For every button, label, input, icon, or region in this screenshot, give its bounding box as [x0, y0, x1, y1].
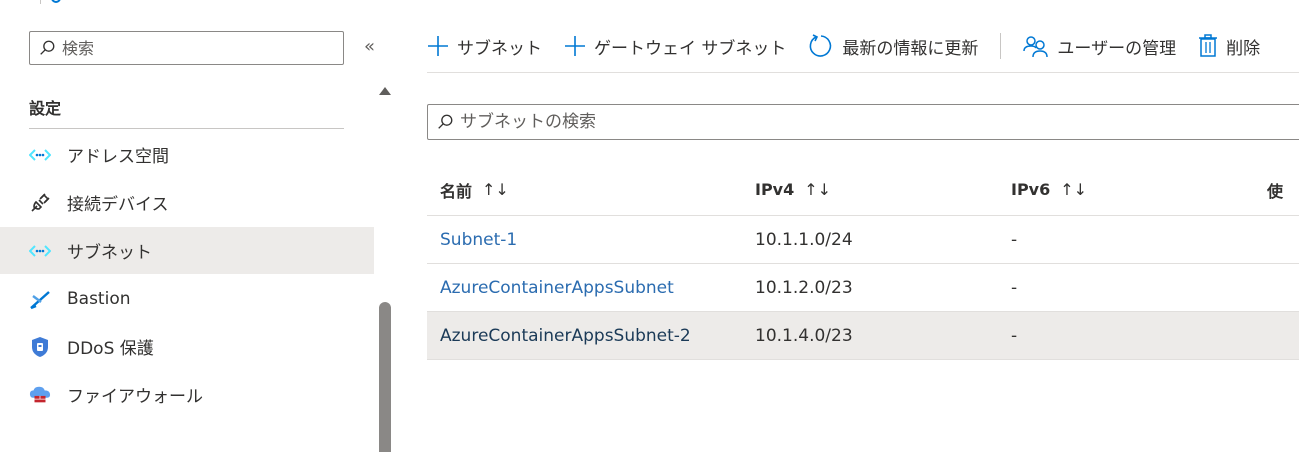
table-row[interactable]: Subnet-1 10.1.1.0/24 - [427, 216, 1299, 264]
section-divider [29, 128, 344, 129]
refresh-label: 最新の情報に更新 [842, 38, 979, 59]
column-header-ipv4[interactable]: IPv4 ↑↓ [755, 180, 1011, 199]
address-space-icon [29, 144, 51, 166]
column-header-usage[interactable]: 使 [1267, 178, 1299, 202]
nav-search-input[interactable] [62, 38, 322, 58]
scroll-up-arrow-icon[interactable] [379, 87, 391, 95]
users-icon [1023, 36, 1049, 58]
column-label: 名前 [440, 181, 473, 201]
add-subnet-label: サブネット [457, 38, 542, 59]
ipv6-cell: - [1011, 229, 1018, 250]
add-gateway-subnet-button[interactable]: ゲートウェイ サブネット [564, 34, 786, 59]
nav-item-connected-devices[interactable]: 接続デバイス [0, 179, 374, 226]
add-subnet-button[interactable]: サブネット [427, 34, 542, 59]
refresh-button[interactable]: 最新の情報に更新 [808, 33, 978, 59]
refresh-icon [810, 34, 832, 57]
ipv6-cell: - [1011, 277, 1018, 298]
nav-item-label: アドレス空間 [67, 147, 169, 167]
column-label: IPv4 [755, 180, 795, 199]
table-header: 名前 ↑↓ IPv4 ↑↓ IPv6 ↑↓ 使 [427, 164, 1299, 216]
scrollbar-thumb[interactable] [379, 302, 391, 452]
column-label: IPv6 [1011, 180, 1051, 199]
sort-icon[interactable]: ↑↓ [1060, 180, 1087, 199]
plug-icon [29, 192, 51, 214]
toolbar-divider [1000, 33, 1002, 59]
column-header-name[interactable]: 名前 ↑↓ [427, 178, 755, 202]
bastion-icon [29, 288, 51, 310]
nav-item-label: サブネット [67, 243, 152, 263]
table-row[interactable]: AzureContainerAppsSubnet-2 10.1.4.0/23 - [427, 312, 1299, 360]
sort-icon[interactable]: ↑↓ [804, 180, 831, 199]
delete-button[interactable]: 削除 [1198, 34, 1260, 59]
nav-item-label: Bastion [67, 288, 131, 309]
toolbar-divider-line [427, 72, 1299, 73]
firewall-icon [29, 384, 51, 406]
manage-users-button[interactable]: ユーザーの管理 [1023, 34, 1176, 59]
plus-icon [565, 36, 585, 56]
trash-icon [1199, 34, 1218, 57]
subnet-icon [29, 240, 51, 262]
command-bar: サブネット ゲートウェイ サブネット 最新の情報に更新 ユーザーの管理 削除 [427, 20, 1299, 72]
add-gateway-subnet-label: ゲートウェイ サブネット [594, 38, 787, 59]
table-row[interactable]: AzureContainerAppsSubnet 10.1.2.0/23 - [427, 264, 1299, 312]
subnet-name-link[interactable]: AzureContainerAppsSubnet-2 [427, 326, 755, 346]
section-title-settings: 設定 [29, 99, 62, 118]
nav-item-label: 接続デバイス [67, 195, 169, 215]
shield-icon [29, 336, 51, 358]
column-label: 使 [1267, 181, 1284, 201]
subnet-search-input[interactable] [460, 112, 1260, 132]
collapse-nav-button[interactable]: « [364, 36, 375, 57]
nav-item-ddos[interactable]: DDoS 保護 [0, 323, 374, 370]
nav-search-box[interactable] [29, 31, 344, 65]
left-navigation: « 設定 アドレス空間 接続デバイス サブネット Bastion DDoS 保護 [0, 0, 395, 452]
ipv4-cell: 10.1.4.0/23 [755, 325, 853, 346]
subnet-name-link[interactable]: AzureContainerAppsSubnet [427, 278, 755, 298]
nav-scrollbar[interactable] [378, 85, 392, 452]
subnet-table: 名前 ↑↓ IPv4 ↑↓ IPv6 ↑↓ 使 Subnet-1 10.1.1.… [427, 164, 1299, 360]
ipv4-cell: 10.1.2.0/23 [755, 277, 853, 298]
ipv4-cell: 10.1.1.0/24 [755, 229, 853, 250]
delete-label: 削除 [1226, 38, 1261, 59]
nav-item-address-space[interactable]: アドレス空間 [0, 131, 374, 178]
sort-icon[interactable]: ↑↓ [482, 180, 509, 199]
nav-item-bastion[interactable]: Bastion [0, 275, 374, 322]
search-icon [40, 40, 55, 55]
nav-item-firewall[interactable]: ファイアウォール [0, 371, 374, 418]
nav-item-label: DDoS 保護 [67, 339, 154, 359]
subnet-name-link[interactable]: Subnet-1 [427, 230, 755, 250]
subnet-search-box[interactable] [427, 104, 1299, 140]
nav-item-label: ファイアウォール [67, 387, 203, 407]
manage-users-label: ユーザーの管理 [1057, 38, 1177, 59]
ipv6-cell: - [1011, 325, 1018, 346]
search-icon [438, 114, 453, 129]
nav-item-subnets[interactable]: サブネット [0, 227, 374, 274]
column-header-ipv6[interactable]: IPv6 ↑↓ [1011, 180, 1267, 199]
plus-icon [428, 36, 448, 56]
